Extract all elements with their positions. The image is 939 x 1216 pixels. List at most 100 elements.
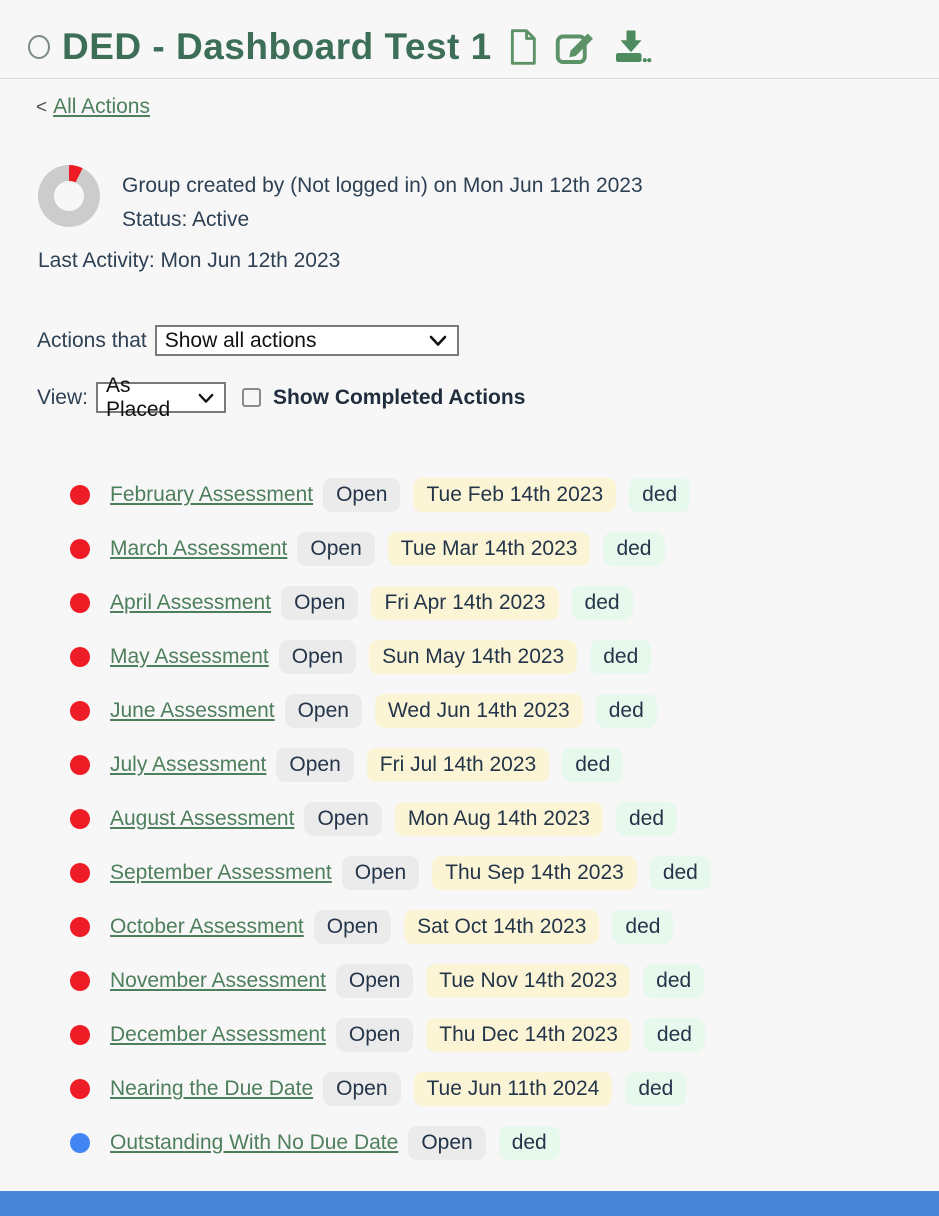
action-status-badge: Open <box>336 964 413 998</box>
document-icon[interactable] <box>506 27 540 67</box>
action-row: June Assessment Open Wed Jun 14th 2023 d… <box>0 684 939 738</box>
action-row: July Assessment Open Fri Jul 14th 2023 d… <box>0 738 939 792</box>
edit-icon[interactable] <box>554 27 596 67</box>
action-status-badge: Open <box>342 856 419 890</box>
filters: Actions that Show all actions View: As P… <box>37 325 939 413</box>
view-filter-label: View: <box>37 386 88 410</box>
action-due-badge: Tue Mar 14th 2023 <box>388 532 591 566</box>
last-activity-line: Last Activity: Mon Jun 12th 2023 <box>38 249 939 273</box>
action-due-badge: Sat Oct 14th 2023 <box>404 910 599 944</box>
show-completed-label: Show Completed Actions <box>273 386 525 410</box>
action-link[interactable]: August Assessment <box>110 807 294 831</box>
bottom-scrollbar[interactable] <box>0 1191 939 1216</box>
action-row: August Assessment Open Mon Aug 14th 2023… <box>0 792 939 846</box>
download-icon[interactable] <box>610 27 652 67</box>
status-circle-icon <box>28 35 50 59</box>
action-status-dot <box>70 593 90 613</box>
action-due-badge: Tue Feb 14th 2023 <box>413 478 616 512</box>
action-due-badge: Sun May 14th 2023 <box>369 640 577 674</box>
action-status-dot <box>70 1133 90 1153</box>
page-title: DED - Dashboard Test 1 <box>62 26 492 68</box>
action-tag-badge: ded <box>629 478 690 512</box>
action-link[interactable]: May Assessment <box>110 645 269 669</box>
action-due-badge: Fri Jul 14th 2023 <box>367 748 549 782</box>
action-tag-badge: ded <box>572 586 633 620</box>
action-status-dot <box>70 917 90 937</box>
action-row: April Assessment Open Fri Apr 14th 2023 … <box>0 576 939 630</box>
action-due-badge: Tue Nov 14th 2023 <box>426 964 630 998</box>
actions-filter-select[interactable]: Show all actions <box>155 325 459 356</box>
action-status-dot <box>70 485 90 505</box>
header-divider <box>0 78 939 79</box>
action-link[interactable]: Outstanding With No Due Date <box>110 1131 398 1155</box>
action-status-badge: Open <box>314 910 391 944</box>
action-status-badge: Open <box>336 1018 413 1052</box>
action-status-badge: Open <box>297 532 374 566</box>
actions-filter-value: Show all actions <box>165 329 317 353</box>
page-header: DED - Dashboard Test 1 <box>0 0 939 78</box>
show-completed-checkbox[interactable] <box>242 388 261 407</box>
action-list: February Assessment Open Tue Feb 14th 20… <box>0 468 939 1170</box>
chevron-down-icon <box>429 329 447 353</box>
action-status-dot <box>70 701 90 721</box>
action-due-badge: Tue Jun 11th 2024 <box>414 1072 613 1106</box>
action-due-badge: Thu Dec 14th 2023 <box>426 1018 631 1052</box>
action-link[interactable]: June Assessment <box>110 699 275 723</box>
breadcrumb: < All Actions <box>36 95 939 119</box>
action-link[interactable]: March Assessment <box>110 537 287 561</box>
action-status-dot <box>70 539 90 559</box>
action-tag-badge: ded <box>590 640 651 674</box>
action-row: March Assessment Open Tue Mar 14th 2023 … <box>0 522 939 576</box>
action-link[interactable]: Nearing the Due Date <box>110 1077 313 1101</box>
action-status-badge: Open <box>323 1072 400 1106</box>
action-tag-badge: ded <box>644 1018 705 1052</box>
group-status-line: Status: Active <box>122 203 643 237</box>
action-status-badge: Open <box>285 694 362 728</box>
group-info: Group created by (Not logged in) on Mon … <box>38 165 939 273</box>
action-status-badge: Open <box>323 478 400 512</box>
action-status-dot <box>70 809 90 829</box>
action-link[interactable]: July Assessment <box>110 753 266 777</box>
action-status-badge: Open <box>281 586 358 620</box>
action-status-badge: Open <box>276 748 353 782</box>
action-due-badge: Wed Jun 14th 2023 <box>375 694 583 728</box>
action-row: September Assessment Open Thu Sep 14th 2… <box>0 846 939 900</box>
action-row: October Assessment Open Sat Oct 14th 202… <box>0 900 939 954</box>
action-row: May Assessment Open Sun May 14th 2023 de… <box>0 630 939 684</box>
action-status-dot <box>70 647 90 667</box>
action-tag-badge: ded <box>643 964 704 998</box>
action-row: Outstanding With No Due Date Open ded <box>0 1116 939 1170</box>
action-tag-badge: ded <box>603 532 664 566</box>
back-caret: < <box>36 97 47 119</box>
action-tag-badge: ded <box>650 856 711 890</box>
chevron-down-icon <box>198 386 214 410</box>
action-status-dot <box>70 1079 90 1099</box>
action-link[interactable]: September Assessment <box>110 861 332 885</box>
view-filter-value: As Placed <box>106 374 190 422</box>
action-status-badge: Open <box>304 802 381 836</box>
action-due-badge: Thu Sep 14th 2023 <box>432 856 637 890</box>
action-due-badge: Fri Apr 14th 2023 <box>371 586 558 620</box>
action-due-badge: Mon Aug 14th 2023 <box>395 802 603 836</box>
action-status-dot <box>70 755 90 775</box>
action-link[interactable]: November Assessment <box>110 969 326 993</box>
all-actions-link[interactable]: All Actions <box>53 95 150 119</box>
action-link[interactable]: February Assessment <box>110 483 313 507</box>
view-filter-select[interactable]: As Placed <box>96 382 226 413</box>
action-status-badge: Open <box>279 640 356 674</box>
action-status-badge: Open <box>408 1126 485 1160</box>
action-link[interactable]: December Assessment <box>110 1023 326 1047</box>
action-link[interactable]: April Assessment <box>110 591 271 615</box>
action-tag-badge: ded <box>625 1072 686 1106</box>
group-created-line: Group created by (Not logged in) on Mon … <box>122 169 643 203</box>
action-link[interactable]: October Assessment <box>110 915 304 939</box>
actions-filter-label: Actions that <box>37 329 147 353</box>
action-row: February Assessment Open Tue Feb 14th 20… <box>0 468 939 522</box>
action-status-dot <box>70 863 90 883</box>
action-status-dot <box>70 1025 90 1045</box>
action-row: November Assessment Open Tue Nov 14th 20… <box>0 954 939 1008</box>
action-row: December Assessment Open Thu Dec 14th 20… <box>0 1008 939 1062</box>
action-tag-badge: ded <box>612 910 673 944</box>
action-tag-badge: ded <box>616 802 677 836</box>
action-tag-badge: ded <box>596 694 657 728</box>
